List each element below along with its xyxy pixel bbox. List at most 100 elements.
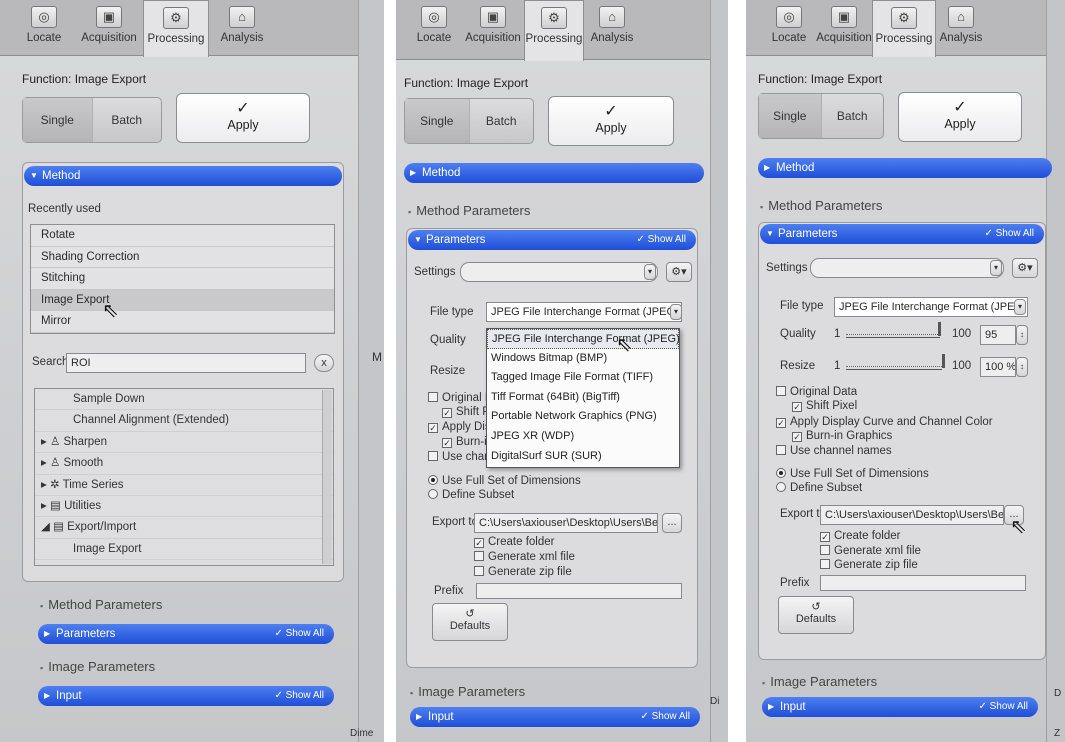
tab-locate[interactable]: ◎ Locate	[14, 0, 74, 56]
dropdown-option[interactable]: JPEG File Interchange Format (JPEG)	[487, 329, 680, 349]
show-all-toggle[interactable]: ✓ Show All	[636, 230, 686, 250]
apply-display-checkbox[interactable]: ✓ Apply Display Curve and Channel Color	[776, 416, 993, 428]
dropdown-option[interactable]: Portable Network Graphics (PNG)	[487, 407, 679, 427]
method-header[interactable]: ▶ Method	[404, 163, 704, 183]
tree-scrollbar[interactable]	[322, 390, 332, 564]
file-type-select[interactable]: JPEG File Interchange Format (JPEG)	[486, 302, 682, 322]
method-parameters-header[interactable]: ▪ Method Parameters	[760, 198, 882, 213]
full-set-radio[interactable]: Use Full Set of Dimensions	[776, 468, 929, 480]
image-parameters-header[interactable]: ▪ Image Parameters	[40, 659, 155, 674]
method-header[interactable]: ▼ Method	[24, 166, 342, 186]
tab-processing[interactable]: ⚙ Processing	[872, 0, 936, 57]
tab-acquisition[interactable]: ▣ Acquisition	[462, 0, 524, 60]
tab-acquisition[interactable]: ▣ Acquisition	[814, 0, 874, 56]
dropdown-option[interactable]: Tiff Format (64Bit) (BigTiff)	[487, 388, 679, 408]
input-header[interactable]: ▶ Input ✓ Show All	[762, 697, 1038, 717]
defaults-button[interactable]: ↺ Defaults	[432, 603, 508, 641]
settings-select[interactable]	[460, 262, 658, 282]
list-item[interactable]: Image Export	[31, 289, 334, 311]
clear-search-button[interactable]: x	[314, 354, 334, 372]
prefix-input[interactable]	[476, 583, 682, 599]
tree-item[interactable]: ▸ ✲ Time Series	[35, 475, 333, 496]
tree-item[interactable]: Channel Alignment (Extended)	[35, 410, 333, 432]
list-item[interactable]: Shading Correction	[31, 247, 334, 268]
parameters-header[interactable]: ▼ Parameters ✓ Show All	[408, 230, 696, 250]
tab-acquisition[interactable]: ▣ Acquisition	[78, 0, 140, 56]
prefix-input[interactable]	[820, 575, 1026, 591]
single-button[interactable]: Single	[23, 98, 92, 142]
tab-processing[interactable]: ⚙ Processing	[143, 0, 209, 57]
show-all-toggle[interactable]: ✓ Show All	[978, 697, 1028, 717]
export-path-input[interactable]: C:\Users\axiouser\Desktop\Users\Bernade	[820, 505, 1004, 525]
shift-pixel-checkbox[interactable]: ✓ Shift Pixel	[792, 400, 857, 412]
method-parameters-header[interactable]: ▪ Method Parameters	[40, 597, 162, 612]
resize-value-input[interactable]: 100 %	[980, 357, 1016, 377]
chevron-down-icon[interactable]: ▾	[1014, 299, 1026, 315]
parameters-header[interactable]: ▼ Parameters ✓ Show All	[760, 224, 1044, 244]
file-type-select[interactable]: JPEG File Interchange Format (JPEG)	[834, 297, 1028, 317]
tree-item[interactable]: ▸ ♙ Sharpen	[35, 432, 333, 454]
apply-button[interactable]: ✓ Apply	[898, 92, 1022, 142]
chevron-down-icon[interactable]: ▾	[644, 264, 656, 280]
expand-arrow-icon[interactable]: ▸	[41, 436, 47, 448]
define-subset-radio[interactable]: Define Subset	[776, 482, 862, 494]
tab-locate[interactable]: ◎ Locate	[762, 0, 816, 56]
apply-button[interactable]: ✓ Apply	[176, 93, 310, 143]
tree-item[interactable]: ▸ ▤ Utilities	[35, 496, 333, 518]
list-item[interactable]: Rotate	[31, 225, 334, 247]
quality-value-input[interactable]: 95	[980, 325, 1016, 345]
define-subset-radio[interactable]: Define Subset	[428, 489, 514, 501]
dropdown-option[interactable]: DigitalSurf SUR (SUR)	[487, 447, 679, 467]
list-item[interactable]: Mirror	[31, 311, 334, 333]
resize-slider[interactable]	[846, 358, 942, 370]
list-item[interactable]: Stitching	[31, 268, 334, 290]
tree-item[interactable]: ▸ ♙ Smooth	[35, 453, 333, 475]
dropdown-option[interactable]: Windows Bitmap (BMP)	[487, 349, 679, 369]
create-folder-checkbox[interactable]: ✓ Create folder	[820, 530, 900, 542]
settings-select[interactable]	[810, 258, 1004, 278]
browse-button[interactable]: ...	[662, 513, 682, 533]
batch-button[interactable]: Batch	[468, 99, 534, 143]
expand-arrow-icon[interactable]: ▸	[41, 500, 47, 512]
input-header[interactable]: ▶ Input ✓ Show All	[410, 707, 700, 727]
show-all-toggle[interactable]: ✓ Show All	[984, 224, 1034, 244]
quality-stepper[interactable]: ↕	[1016, 325, 1028, 345]
batch-button[interactable]: Batch	[91, 98, 162, 142]
shift-pixel-checkbox[interactable]: ✓ Shift Pi	[442, 406, 492, 418]
generate-xml-checkbox[interactable]: Generate xml file	[474, 551, 575, 563]
expand-arrow-icon[interactable]: ▸	[41, 457, 47, 469]
quality-slider[interactable]	[846, 326, 940, 338]
create-folder-checkbox[interactable]: ✓ Create folder	[474, 536, 554, 548]
tab-locate[interactable]: ◎ Locate	[406, 0, 462, 60]
tab-analysis[interactable]: ⌂ Analysis	[586, 0, 638, 60]
expand-arrow-icon[interactable]: ▸	[41, 479, 47, 491]
method-header[interactable]: ▶ Method	[758, 158, 1052, 178]
tab-processing[interactable]: ⚙ Processing	[524, 0, 584, 61]
expand-arrow-icon[interactable]: ◢	[41, 521, 50, 533]
tab-analysis[interactable]: ⌂ Analysis	[212, 0, 272, 56]
channel-names-checkbox[interactable]: Use channel names	[776, 445, 892, 457]
tree-item[interactable]: Image Export	[35, 539, 333, 561]
generate-zip-checkbox[interactable]: Generate zip file	[820, 559, 918, 571]
dropdown-option[interactable]: JPEG XR (WDP)	[487, 427, 679, 447]
burn-in-checkbox[interactable]: ✓ Burn-in Graphics	[792, 430, 892, 442]
generate-xml-checkbox[interactable]: Generate xml file	[820, 545, 921, 557]
single-button[interactable]: Single	[759, 94, 821, 138]
parameters-header[interactable]: ▶ Parameters ✓ Show All	[38, 624, 334, 644]
show-all-toggle[interactable]: ✓ Show All	[640, 707, 690, 727]
full-set-radio[interactable]: Use Full Set of Dimensions	[428, 475, 581, 487]
chevron-down-icon[interactable]: ▾	[670, 304, 682, 320]
settings-gear-button[interactable]: ⚙▾	[666, 262, 692, 282]
image-parameters-header[interactable]: ▪ Image Parameters	[762, 674, 877, 689]
generate-zip-checkbox[interactable]: Generate zip file	[474, 566, 572, 578]
show-all-toggle[interactable]: ✓ Show All	[274, 624, 324, 644]
settings-gear-button[interactable]: ⚙▾	[1012, 258, 1038, 278]
resize-slider-thumb[interactable]	[942, 354, 945, 368]
export-path-input[interactable]: C:\Users\axiouser\Desktop\Users\Bernade	[474, 513, 658, 533]
defaults-button[interactable]: ↺ Defaults	[778, 596, 854, 634]
batch-button[interactable]: Batch	[820, 94, 884, 138]
tree-item[interactable]: Sample Down	[35, 389, 333, 411]
show-all-toggle[interactable]: ✓ Show All	[274, 686, 324, 706]
original-data-checkbox[interactable]: Original Data	[776, 386, 857, 398]
quality-slider-thumb[interactable]	[938, 322, 941, 336]
